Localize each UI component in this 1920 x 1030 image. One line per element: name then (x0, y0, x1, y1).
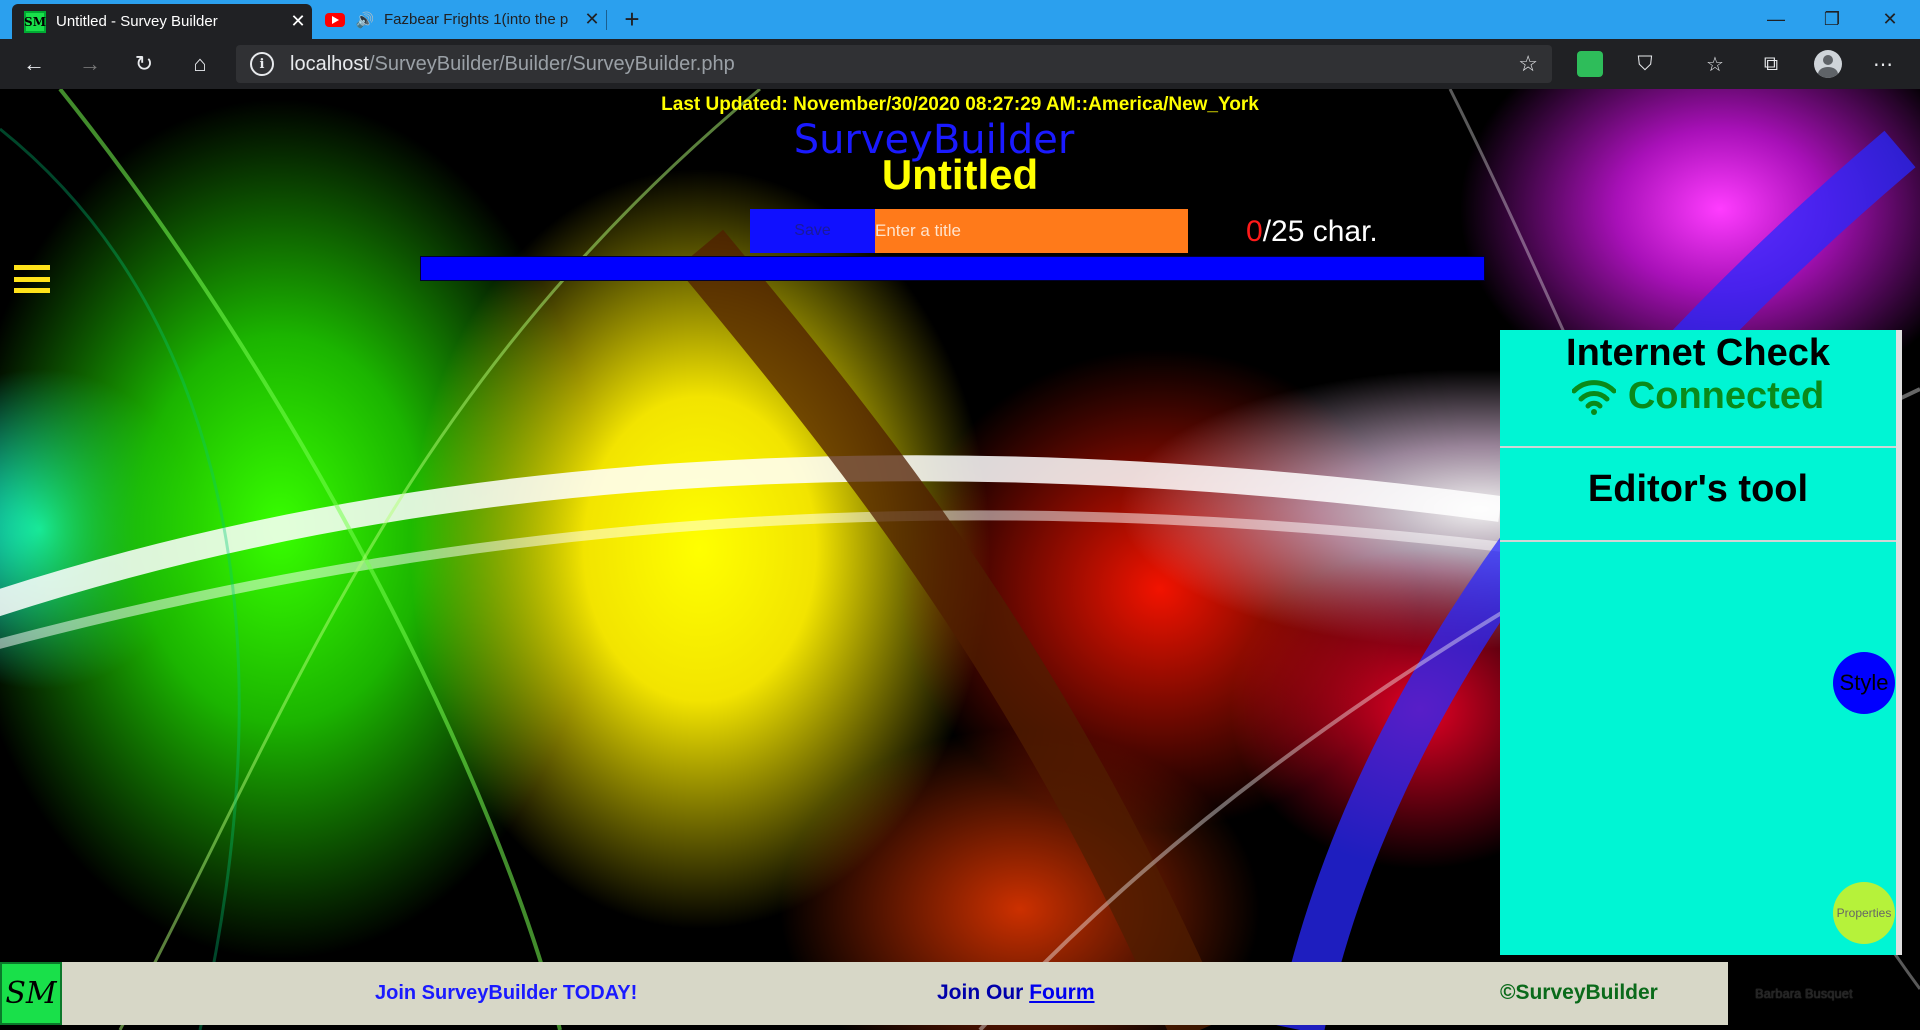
survey-builder-favicon-icon: SM (24, 10, 46, 33)
forward-button[interactable]: → (70, 44, 110, 84)
editor-tool-heading: Editor's tool (1587, 468, 1809, 510)
internet-check-heading: Internet Check (1566, 332, 1830, 374)
tab-survey-builder[interactable]: SM Untitled - Survey Builder ✕ (12, 4, 312, 39)
connected-label: Connected (1627, 375, 1825, 417)
url-host: localhost (290, 52, 369, 75)
url-text[interactable]: localhost/SurveyBuilder/Builder/SurveyBu… (290, 53, 735, 76)
youtube-icon (324, 9, 346, 31)
char-count-current: 0 (1246, 215, 1263, 248)
page-viewport: Last Updated: November/30/2020 08:27:29 … (0, 89, 1920, 1030)
style-button[interactable]: Style (1833, 652, 1895, 714)
favorites-icon[interactable]: ☆ (1702, 51, 1728, 77)
minimize-button[interactable]: — (1748, 0, 1804, 39)
panel-scrollbar[interactable] (1896, 330, 1902, 955)
shield-extension-icon[interactable]: ⛉ (1632, 51, 1658, 77)
connection-status: Connected (1500, 375, 1896, 418)
site-info-icon[interactable]: i (250, 52, 274, 76)
side-panel: Internet Check Connected Editor's tool S… (1500, 330, 1900, 955)
speaker-icon[interactable]: 🔊 (352, 11, 378, 29)
profile-avatar[interactable] (1814, 50, 1842, 78)
join-forum-text: Join Our Fourm (937, 981, 1095, 1005)
copyright-text: ©SurveyBuilder (1500, 981, 1658, 1004)
save-button[interactable]: Save (750, 209, 875, 253)
forum-prefix: Join Our (937, 981, 1030, 1004)
tab-close-icon[interactable]: ✕ (284, 11, 312, 32)
tab-divider (606, 10, 607, 30)
tab-title: Untitled - Survey Builder (56, 13, 218, 30)
collections-icon[interactable]: ⧉ (1758, 51, 1784, 77)
progress-bar (420, 256, 1485, 281)
footer-logo[interactable]: SM (0, 962, 62, 1025)
window-close-button[interactable]: ✕ (1862, 0, 1918, 39)
favorite-star-icon[interactable]: ☆ (1518, 51, 1538, 77)
join-today-text[interactable]: Join SurveyBuilder TODAY! (375, 982, 637, 1005)
url-path: /SurveyBuilder/Builder/SurveyBuilder.php (368, 52, 735, 75)
new-tab-button[interactable]: + (614, 0, 650, 39)
extension-icon[interactable] (1577, 51, 1603, 77)
last-updated-text: Last Updated: November/30/2020 08:27:29 … (661, 94, 1259, 115)
char-counter: 0/25 char. (1246, 215, 1378, 249)
internet-check-section: Internet Check Connected (1500, 330, 1896, 448)
refresh-button[interactable]: ↻ (124, 44, 164, 84)
address-bar[interactable]: i localhost/SurveyBuilder/Builder/Survey… (236, 45, 1552, 83)
restore-button[interactable]: ❐ (1804, 0, 1860, 39)
tab-title: Fazbear Frights 1(into the p (384, 11, 569, 28)
editor-tool-section: Editor's tool (1500, 450, 1896, 542)
tab-close-icon[interactable]: ✕ (578, 9, 606, 30)
tab-youtube[interactable]: 🔊 Fazbear Frights 1(into the p ✕ (316, 0, 606, 39)
forum-link[interactable]: Fourm (1029, 981, 1094, 1004)
back-button[interactable]: ← (14, 44, 54, 84)
char-count-limit: /25 char. (1262, 215, 1378, 248)
title-input[interactable] (875, 209, 1188, 253)
wifi-icon (1571, 379, 1616, 415)
home-button[interactable]: ⌂ (180, 44, 220, 84)
browser-tab-bar: SM Untitled - Survey Builder ✕ 🔊 Fazbear… (0, 0, 1920, 39)
more-menu-icon[interactable]: ⋯ (1870, 51, 1896, 77)
survey-title: Untitled (881, 151, 1039, 198)
menu-hamburger-icon[interactable] (14, 265, 50, 293)
browser-toolbar: ← → ↻ ⌂ i localhost/SurveyBuilder/Builde… (0, 39, 1920, 89)
image-credit: Barbara Busquet (1755, 986, 1853, 1001)
properties-button[interactable]: Properties (1833, 882, 1895, 944)
footer: SM Join SurveyBuilder TODAY! Join Our Fo… (0, 962, 1728, 1025)
